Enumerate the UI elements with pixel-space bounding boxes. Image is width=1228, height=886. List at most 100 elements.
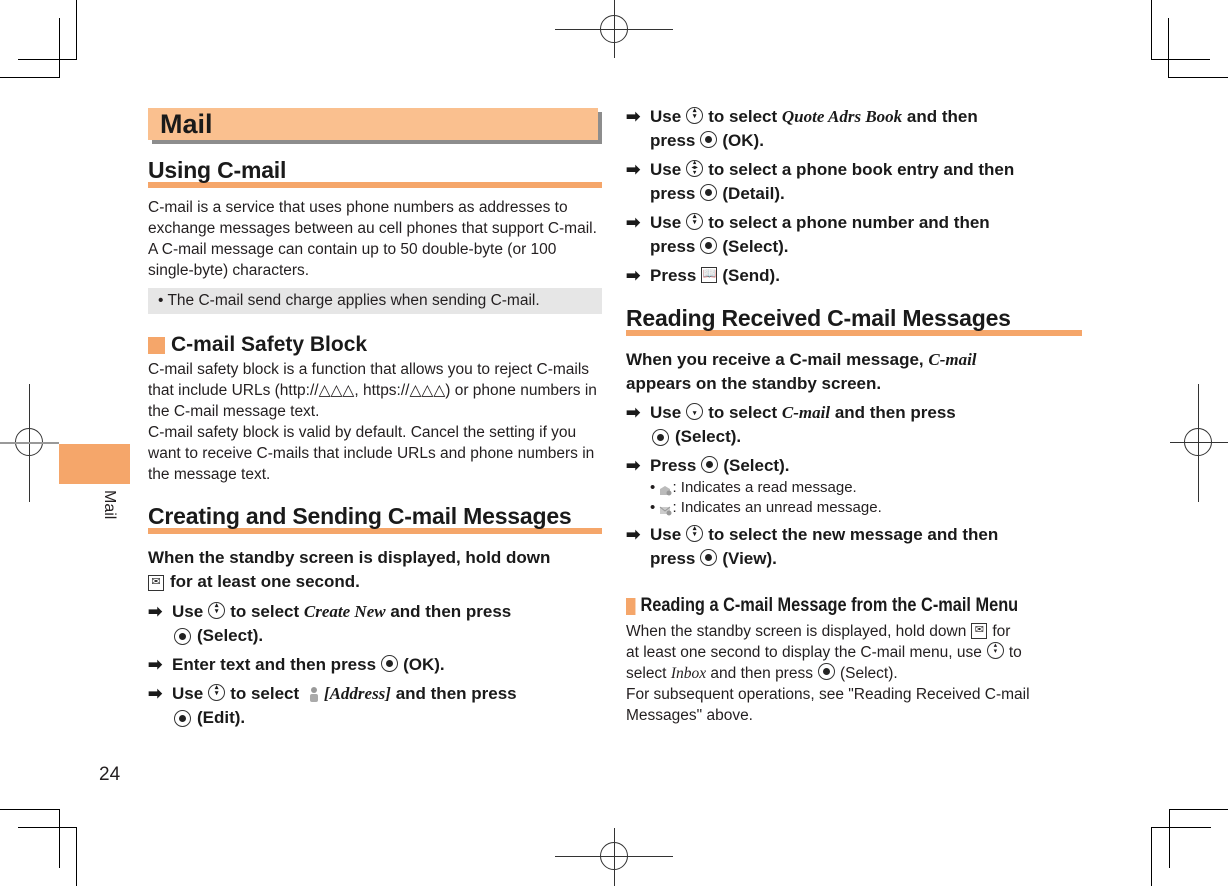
section-reading: Reading Received C-mail Messages When yo… — [626, 306, 1082, 571]
step: ➡ Use ▴ ▾ to select [Address] and then pres… — [148, 682, 602, 730]
text: Use — [650, 403, 682, 422]
text: to select a phone number and then — [708, 213, 990, 232]
text: appears on the standby screen. — [626, 374, 882, 393]
step: ➡ Use ▴ ▾ to select Quote Adrs Book and the… — [626, 105, 1086, 153]
center-key-icon — [174, 628, 191, 646]
text: and then press — [390, 602, 512, 621]
up-down-key-icon: ▴ ▾ — [208, 602, 226, 620]
bullet-item: • : Indicates a read message. — [626, 478, 1082, 498]
text: Inbox — [670, 665, 707, 682]
lead-text: When the standby screen is displayed, ho… — [148, 548, 551, 567]
arrow-icon: ➡ — [148, 655, 163, 674]
text: (Edit). — [197, 708, 246, 727]
bullet: • — [158, 292, 164, 309]
chapter-tab — [59, 444, 130, 484]
chapter-side-label: Mail — [101, 490, 118, 520]
section-heading: Creating and Sending C-mail Messages — [148, 504, 602, 534]
step: ➡ Use ▴ ▾ to select a phone number and then… — [626, 211, 1086, 259]
text: [Address] — [323, 684, 391, 703]
text: Create New — [303, 602, 386, 621]
text: Press — [650, 266, 697, 285]
section-creating: Creating and Sending C-mail Messages Whe… — [148, 504, 602, 730]
subsection-heading-text: Reading a C-mail Message from the C-mail… — [640, 595, 1019, 616]
four-way-key-icon: ▴ ◂▸ ▾ — [686, 160, 704, 178]
step: ➡ Enter text and then press (OK). — [148, 653, 602, 677]
text: and then press — [395, 684, 517, 703]
text: Use — [650, 107, 682, 126]
text: (OK). — [722, 131, 764, 150]
creating-continued: ➡ Use ▴ ▾ to select Quote Adrs Book and the… — [626, 105, 1086, 288]
subsection-heading: C-mail Safety Block — [148, 333, 602, 357]
address-book-key-icon: 📖 — [701, 266, 718, 283]
text: (Detail). — [722, 184, 785, 203]
chapter-title-bar: Mail — [148, 108, 598, 140]
text: (Select). — [723, 456, 790, 475]
arrow-icon: ➡ — [626, 160, 641, 179]
text: to select — [230, 684, 300, 703]
text: Press — [650, 456, 697, 475]
read-message-icon — [659, 482, 672, 496]
step: ➡ Use ▾ to select C-mail and then press (S… — [626, 401, 1082, 449]
arrow-icon: ➡ — [626, 456, 641, 475]
text: Use — [650, 213, 682, 232]
arrow-icon: ➡ — [626, 403, 641, 422]
note-box: • The C-mail send charge applies when se… — [148, 288, 602, 314]
lead-instruction: When you receive a C-mail message, C-mai… — [626, 348, 1082, 396]
step: ➡ Press (Select). — [626, 454, 1082, 478]
text: Use — [172, 684, 204, 703]
person-icon — [309, 685, 319, 702]
arrow-icon: ➡ — [148, 684, 163, 703]
text: (Select). — [722, 237, 789, 256]
section-menu-reading: Reading a C-mail Message from the C-mail… — [626, 595, 1082, 726]
unread-message-icon — [659, 502, 672, 516]
text: (Select). — [839, 665, 898, 682]
text: at least one second to display the C-mai… — [626, 644, 982, 661]
bullet-item: • : Indicates an unread message. — [626, 498, 1082, 518]
lead-text: for at least one second. — [170, 572, 360, 591]
arrow-icon: ➡ — [148, 602, 163, 621]
section-safety-block: C-mail Safety Block C-mail safety block … — [148, 333, 602, 485]
center-key-icon — [700, 184, 718, 202]
mail-key-icon: ✉ — [971, 622, 988, 639]
text: press — [650, 131, 696, 150]
section-heading: Reading Received C-mail Messages — [626, 306, 1082, 336]
up-down-key-icon: ▴ ▾ — [986, 642, 1004, 660]
text: press — [650, 549, 696, 568]
text: to select a phone book entry and then — [708, 160, 1015, 179]
text: (View). — [722, 549, 777, 568]
step: ➡ Press 📖 (Send). — [626, 264, 1086, 288]
mail-key-icon: ✉ — [148, 574, 164, 591]
center-key-icon — [381, 655, 399, 673]
chapter-title: Mail — [160, 109, 213, 139]
text: When the standby screen is displayed, ho… — [626, 623, 967, 640]
text: to select — [230, 602, 300, 621]
step: ➡ Use ▴ ▾ to select Create New and then pre… — [148, 600, 602, 648]
center-key-icon — [700, 549, 718, 567]
text: (OK). — [403, 655, 445, 674]
up-down-key-icon: ▴ ▾ — [686, 107, 704, 125]
step: ➡ Use ▴ ▾ to select the new message and the… — [626, 523, 1082, 571]
text: and then — [906, 107, 978, 126]
note-text: The C-mail send charge applies when send… — [167, 292, 540, 309]
up-down-key-icon: ▴ ▾ — [208, 684, 226, 702]
text: • — [650, 499, 656, 516]
center-key-icon — [817, 663, 835, 681]
text: (Select). — [675, 427, 742, 446]
arrow-icon: ➡ — [626, 213, 641, 232]
text: to — [1008, 644, 1022, 661]
paragraph: When the standby screen is displayed, ho… — [626, 621, 1082, 684]
text: : Indicates a read message. — [672, 479, 857, 496]
text: to select the new message and then — [708, 525, 999, 544]
center-key-icon — [700, 131, 718, 149]
arrow-icon: ➡ — [626, 107, 641, 126]
subsection-heading: Reading a C-mail Message from the C-mail… — [626, 595, 1018, 617]
text: : Indicates an unread message. — [672, 499, 882, 516]
square-marker-icon — [148, 336, 165, 354]
section-using-cmail: Using C-mail C-mail is a service that us… — [148, 158, 602, 314]
section-heading: Using C-mail — [148, 158, 602, 188]
subsection-heading-text: C-mail Safety Block — [171, 333, 368, 356]
text: Use — [650, 160, 682, 179]
text: When you receive a C-mail message, — [626, 350, 924, 369]
text: Use — [650, 525, 682, 544]
text: (Select). — [197, 626, 264, 645]
